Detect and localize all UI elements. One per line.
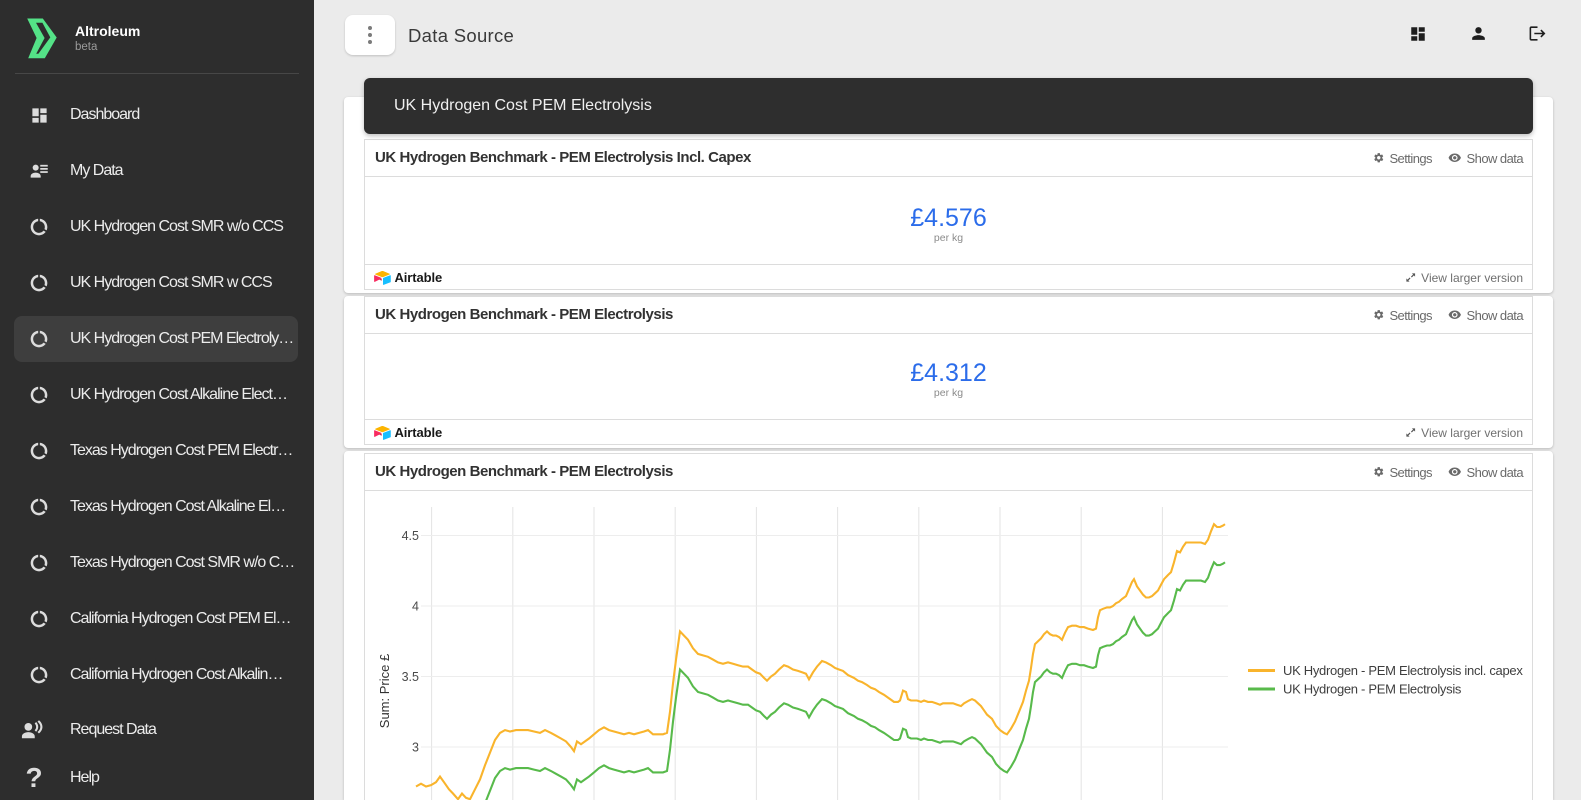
- svg-text:4: 4: [412, 600, 419, 614]
- svg-text:UK Hydrogen - PEM Electrolysis: UK Hydrogen - PEM Electrolysis: [1283, 682, 1462, 697]
- svg-text:UK Hydrogen - PEM Electrolysis: UK Hydrogen - PEM Electrolysis incl. cap…: [1283, 663, 1523, 678]
- svg-text:Sum: Price £: Sum: Price £: [377, 653, 392, 728]
- svg-text:4.5: 4.5: [402, 529, 419, 543]
- svg-text:3.5: 3.5: [402, 670, 419, 684]
- svg-text:3: 3: [412, 741, 419, 755]
